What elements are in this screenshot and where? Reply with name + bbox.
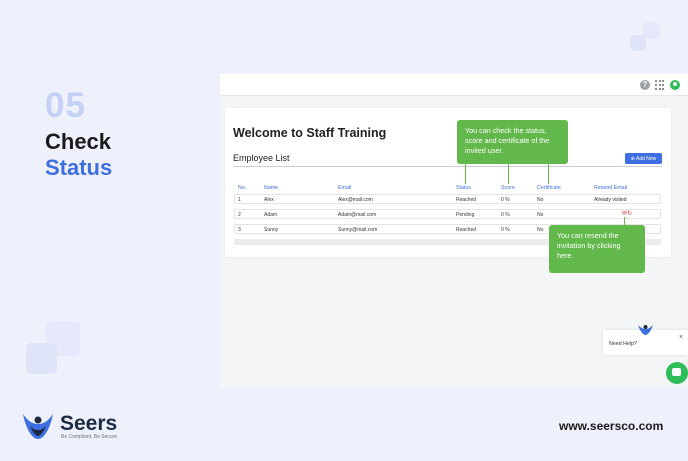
close-icon[interactable]: × (679, 334, 683, 341)
column-header-name: Name (264, 185, 279, 191)
help-widget-text: Need Help? (609, 341, 637, 347)
step-title-line2: Status (45, 155, 113, 180)
status-tooltip: You can check the status, score and cert… (457, 120, 568, 164)
website-url: www.seersco.com (559, 419, 664, 433)
brand-tagline: Be Compliant, Be Secure (61, 434, 118, 440)
row-email: Sunny@mail.com (338, 227, 378, 233)
column-header-email: Email (338, 185, 352, 191)
chat-icon[interactable] (666, 362, 688, 384)
tooltip-leader-line (624, 217, 625, 225)
row-score: 0 % (501, 197, 510, 203)
row-no: 1 (238, 197, 241, 203)
table-row[interactable] (234, 209, 661, 219)
row-status: Reached (456, 197, 477, 203)
step-number: 05 (45, 86, 86, 125)
resend-email-icon[interactable]: ✉↻ (622, 210, 632, 217)
seers-logo-icon (23, 414, 53, 439)
user-avatar-icon[interactable] (670, 80, 680, 90)
row-score: 0 % (501, 212, 510, 218)
row-no: 2 (238, 212, 241, 218)
decor-square (630, 35, 646, 51)
row-score: 0 % (501, 227, 510, 233)
column-header-score: Score (501, 185, 515, 191)
grid-icon[interactable] (655, 80, 665, 90)
resend-tooltip: You can resend the invitation by clickin… (549, 225, 645, 273)
decor-square (643, 22, 660, 39)
row-certificate: No (537, 212, 544, 218)
tooltip-leader-line (465, 164, 466, 184)
column-header-status: Status (456, 185, 472, 191)
decor-square (26, 343, 57, 374)
tooltip-leader-line (508, 164, 509, 184)
brand-name: Seers (60, 412, 118, 435)
column-header-no: No. (238, 185, 247, 191)
page-title: Welcome to Staff Training (233, 126, 387, 140)
row-no: 3 (238, 227, 241, 233)
step-title-line1: Check (45, 129, 112, 154)
row-name: Adam (264, 212, 278, 218)
section-divider (233, 166, 662, 167)
row-certificate: No (537, 227, 544, 233)
seers-bird-icon (638, 325, 653, 335)
row-email: Alex@mail.com (338, 197, 373, 203)
section-title: Employee List (233, 153, 290, 163)
row-certificate: No (537, 197, 544, 203)
app-topbar: ? (220, 74, 688, 96)
row-name: Alex (264, 197, 274, 203)
column-header-resend-email: Resend Email (594, 185, 627, 191)
column-header-certificate: Certificate (537, 185, 561, 191)
add-new-button[interactable]: ⊕ Add New (625, 153, 662, 164)
row-name: Sunny (264, 227, 279, 233)
row-status: Pending (456, 212, 475, 218)
row-email: Adam@mail.com (338, 212, 377, 218)
question-circle-icon[interactable]: ? (640, 80, 650, 90)
row-status: Reached (456, 227, 477, 233)
row-resend-status: Already visited (594, 197, 627, 203)
tooltip-leader-line (548, 164, 549, 184)
